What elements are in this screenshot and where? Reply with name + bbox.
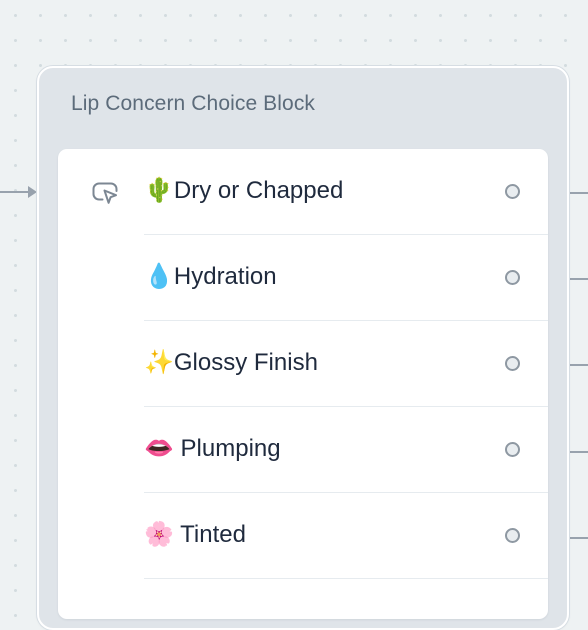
incoming-arrow-head: [28, 186, 37, 198]
output-port[interactable]: [505, 442, 520, 457]
output-port[interactable]: [505, 270, 520, 285]
cursor-click-icon: [91, 179, 119, 207]
output-port[interactable]: [505, 528, 520, 543]
choice-label: ✨Glossy Finish: [144, 349, 318, 376]
output-port[interactable]: [505, 356, 520, 371]
choice-label: 💧Hydration: [144, 263, 277, 290]
incoming-edge: [0, 191, 30, 193]
choice-item-dry-or-chapped[interactable]: 🌵Dry or Chapped: [144, 149, 548, 235]
choice-label: 🌵Dry or Chapped: [144, 177, 344, 204]
choice-list: 🌵Dry or Chapped 💧Hydration ✨Glossy Finis…: [58, 149, 548, 619]
output-port[interactable]: [505, 184, 520, 199]
choice-label: 🌸 Tinted: [144, 521, 246, 548]
choice-item-glossy-finish[interactable]: ✨Glossy Finish: [144, 321, 548, 407]
choice-item-hydration[interactable]: 💧Hydration: [144, 235, 548, 321]
choice-block[interactable]: Lip Concern Choice Block 🌵Dry or Chapped…: [37, 66, 569, 630]
block-title: Lip Concern Choice Block: [71, 92, 316, 115]
choice-item-plumping[interactable]: 👄 Plumping: [144, 407, 548, 493]
choice-item-tinted[interactable]: 🌸 Tinted: [144, 493, 548, 579]
choice-label: 👄 Plumping: [144, 435, 281, 462]
